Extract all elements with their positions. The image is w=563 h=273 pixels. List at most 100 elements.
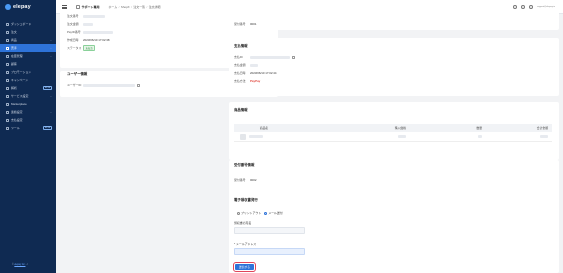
table-row: [234, 132, 552, 142]
sidebar-item-7[interactable]: キャンペーン: [0, 76, 56, 84]
product-table-header: 商品名 購入価格 数量 合計金額: [234, 124, 552, 132]
send-button[interactable]: 送信する: [233, 262, 256, 272]
sidebar-item-0[interactable]: ダッシュボード: [0, 20, 56, 28]
breadcrumb-separator: /: [146, 4, 148, 9]
radio-mail-label: メール送付: [268, 211, 283, 215]
reception-info-title: 受付番号情報: [234, 163, 255, 167]
sidebar-item-label: 注文: [11, 30, 17, 34]
brand-logo[interactable]: elepay: [0, 0, 56, 14]
payment-amount-row: 支払金額: [234, 61, 295, 69]
breadcrumb: ホーム / ShopX / 注文一覧 / 注文詳細: [109, 5, 161, 9]
sidebar-item-6[interactable]: プロモーション: [0, 68, 56, 76]
sidebar-item-label: サービス設定: [11, 94, 29, 98]
receipt-name-label: 領収書の宛名: [234, 221, 252, 225]
receipt-method-radios: プリントアウト メール送付: [237, 211, 283, 215]
nav-item-icon: [6, 38, 9, 42]
created-at-label: 作成日時: [67, 38, 79, 42]
sidebar-item-5[interactable]: 顧客: [0, 60, 56, 68]
sidebar-item-label: 売手: [11, 46, 17, 50]
user-email: support@elepay.io: [536, 5, 555, 8]
payment-info-card: 支払情報 支払ID 支払金額 支払日時 2023/06/10 17:02:44 …: [229, 38, 559, 96]
user-id-value: [83, 83, 135, 87]
email-label: * メールアドレス: [234, 242, 257, 246]
brand-name: elepay: [13, 4, 31, 10]
payment-date-label: 支払日時: [234, 71, 246, 75]
nav-item-icon: [6, 102, 9, 106]
company-link[interactable]: elepay Inc.: [14, 264, 25, 266]
chevron-down-icon: ⌄: [49, 46, 52, 50]
sidebar-item-13[interactable]: ツール BETA: [0, 124, 56, 132]
status-badge: 支払済: [83, 44, 96, 52]
sidebar-item-label: 支払設定: [11, 118, 23, 122]
sidebar-item-8[interactable]: 解析 BETA: [0, 84, 56, 92]
payment-id-row: 支払ID: [234, 53, 295, 61]
elepay-logo-icon: [5, 4, 11, 10]
help-icon[interactable]: [512, 5, 517, 9]
payment-amount-label: 支払金額: [234, 63, 246, 67]
user-id-row: ユーザーID: [67, 81, 140, 89]
product-info-title: 商品情報: [234, 108, 248, 112]
reception-number-row: 受付番号 0002: [234, 176, 256, 184]
radio-print-option[interactable]: プリントアウト: [237, 211, 261, 215]
sidebar: elepay ダッシュボード 注文商品 ⌄ 売手 ⌄ 在庫管理 ⌄ 顧客プロモーションキャンペ…: [0, 0, 56, 273]
payment-date-value: 2023/06/10 17:02:44: [250, 71, 277, 75]
reception-top-row: 受付番号 0001: [234, 20, 256, 28]
sidebar-item-label: ダッシュボード: [11, 22, 32, 26]
order-number-row: 注文番号: [67, 12, 113, 20]
status-label: ステータス: [67, 46, 82, 50]
email-input[interactable]: [234, 248, 305, 255]
payment-info-title: 支払情報: [234, 44, 248, 48]
reception-number-label: 受付番号: [234, 178, 246, 182]
created-at-row: 作成日時 2023/06/10 17:02:38: [67, 36, 113, 44]
sidebar-item-label: 連絡設定: [11, 110, 23, 114]
copy-icon[interactable]: [292, 55, 295, 59]
main-content: 注文番号 注文金額 PayID番号 作成日時 2023/06/10 17:02:…: [56, 10, 563, 273]
radio-checked-icon: [264, 211, 268, 215]
reception-info-card: 受付番号情報 受付番号 0002: [229, 160, 559, 195]
menu-toggle-icon[interactable]: [62, 4, 67, 9]
order-number-value: [83, 14, 105, 18]
sidebar-item-1[interactable]: 注文: [0, 28, 56, 36]
breadcrumb-home[interactable]: ホーム: [109, 5, 118, 9]
nav-item-icon: [6, 70, 9, 74]
sidebar-nav: ダッシュボード 注文商品 ⌄ 売手 ⌄ 在庫管理 ⌄ 顧客プロモーションキャンペーン解析 BET…: [0, 20, 56, 132]
breadcrumb-current: 注文詳細: [148, 4, 161, 9]
sidebar-item-11[interactable]: 連絡設定 ⌄: [0, 108, 56, 116]
sidebar-item-label: キャンペーン: [11, 78, 29, 82]
reception-top-value: 0001: [250, 22, 257, 26]
sidebar-item-12[interactable]: 支払設定: [0, 116, 56, 124]
copy-icon[interactable]: [137, 83, 140, 87]
reception-top-label: 受付番号: [234, 22, 246, 26]
user-account[interactable]: support@elepay.io: [537, 6, 555, 9]
receipt-name-input[interactable]: [234, 227, 305, 234]
order-amount-row: 注文金額: [67, 20, 113, 28]
col-price: 購入価格: [394, 126, 406, 130]
receipt-title: 電子領収書発行: [234, 198, 258, 202]
sidebar-item-4[interactable]: 在庫管理 ⌄: [0, 52, 56, 60]
product-info-card: 商品情報 商品名 購入価格 数量 合計金額: [229, 102, 559, 160]
user-avatar-icon[interactable]: [528, 5, 533, 9]
breadcrumb-orders[interactable]: 注文一覧: [133, 5, 145, 9]
sidebar-item-3[interactable]: 売手 ⌄: [0, 44, 56, 52]
nav-item-icon: [6, 86, 9, 90]
store-selector[interactable]: サポート専用: [76, 4, 100, 9]
payid-label: PayID番号: [67, 30, 81, 34]
amount-value: [83, 22, 93, 26]
payment-amount-value: [250, 63, 258, 67]
payid-value: [83, 30, 113, 34]
nav-item-icon: [6, 22, 9, 26]
payment-date-row: 支払日時 2023/06/10 17:02:44: [234, 69, 295, 77]
radio-mail-option[interactable]: メール送付: [264, 211, 283, 215]
product-thumbnail: [240, 133, 246, 140]
breadcrumb-separator: /: [131, 4, 132, 9]
sidebar-item-9[interactable]: サービス設定 ⌄: [0, 92, 56, 100]
payment-method-value: PayPay: [250, 79, 261, 83]
sidebar-item-10[interactable]: Marketplace: [0, 100, 56, 108]
nav-item-icon: [6, 126, 9, 130]
sidebar-item-label: 顧客: [11, 62, 17, 66]
payment-id-value: [250, 55, 290, 59]
sidebar-item-2[interactable]: 商品 ⌄: [0, 36, 56, 44]
breadcrumb-shop[interactable]: ShopX: [121, 5, 130, 9]
notification-bell-icon[interactable]: [520, 5, 525, 9]
external-link-icon: ↗: [26, 264, 29, 266]
